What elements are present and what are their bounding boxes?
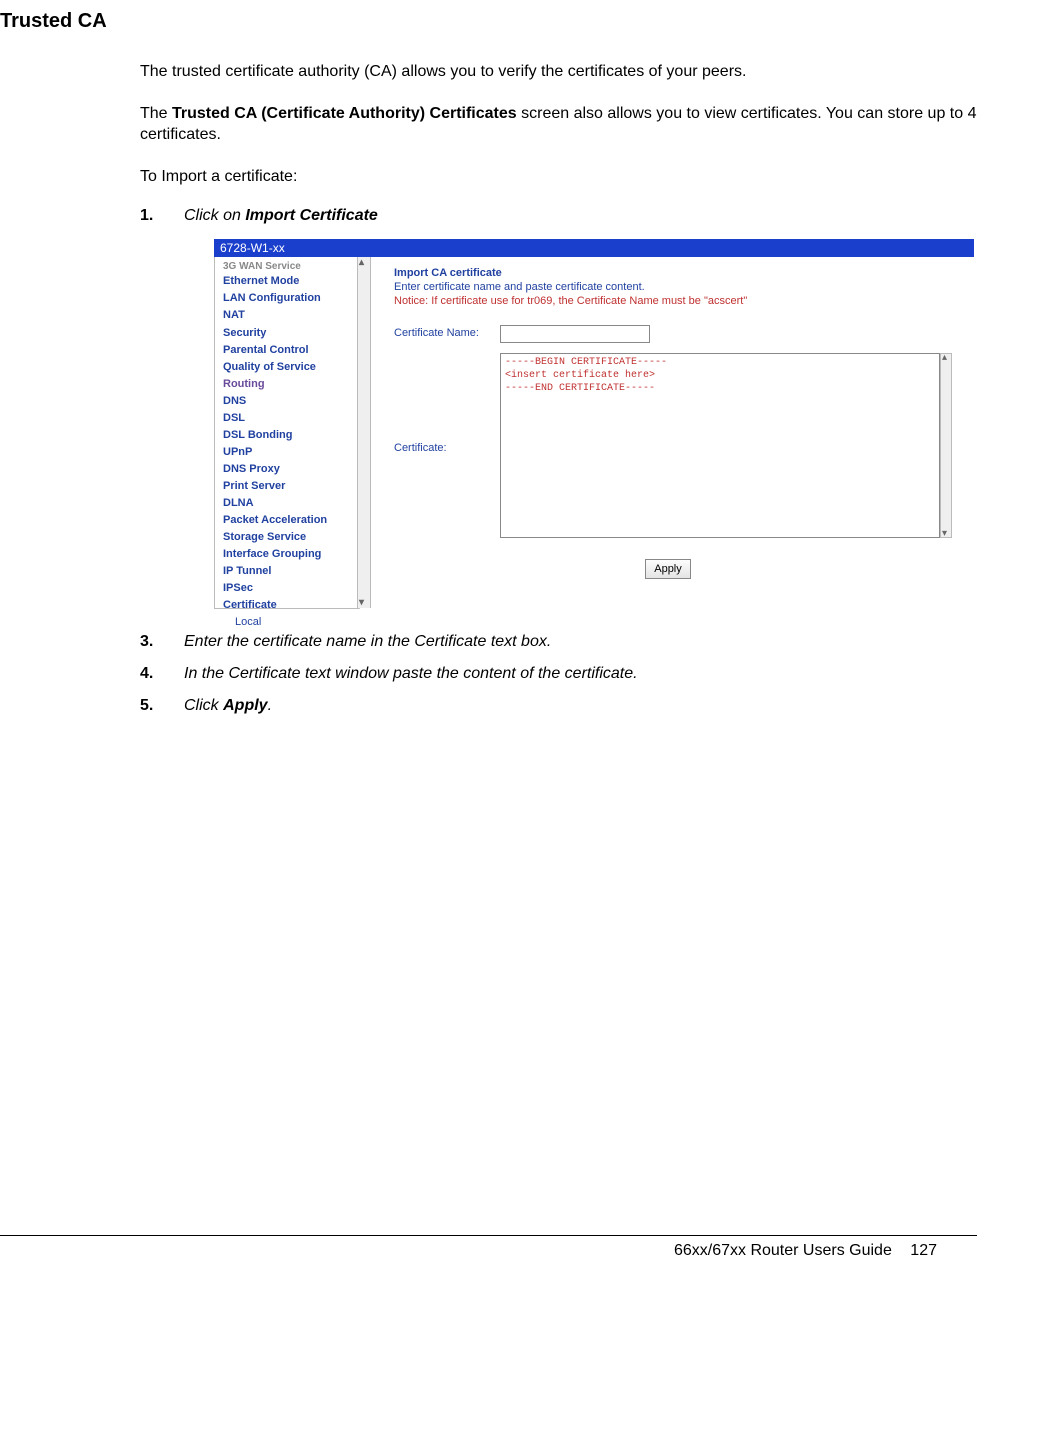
- sidebar-item-dsl[interactable]: DSL: [223, 410, 359, 427]
- cert-name-label: Certificate Name:: [394, 325, 500, 339]
- sidebar-item-ipsec[interactable]: IPSec: [223, 580, 359, 597]
- sidebar-item-nat[interactable]: NAT: [223, 307, 359, 324]
- step-5-post: .: [268, 697, 272, 714]
- intro-paragraph-3: To Import a certificate:: [140, 166, 977, 188]
- footer-page-number: 127: [910, 1242, 937, 1259]
- step-1: 1. Click on Import Certificate: [140, 207, 977, 225]
- intro-paragraph-1: The trusted certificate authority (CA) a…: [140, 61, 977, 83]
- cert-textarea[interactable]: [500, 353, 940, 538]
- sidebar-nav: 3G WAN Service Ethernet Mode LAN Configu…: [214, 257, 360, 609]
- intro2-bold: Trusted CA (Certificate Authority) Certi…: [172, 105, 517, 122]
- step-5-number: 5.: [140, 697, 184, 715]
- apply-button[interactable]: Apply: [645, 559, 691, 579]
- step-4-number: 4.: [140, 665, 184, 683]
- textarea-scrollbar[interactable]: [940, 353, 952, 538]
- step-3-text: Enter the certificate name in the Certif…: [184, 633, 977, 651]
- intro2-pre: The: [140, 105, 172, 122]
- panel-notice: Notice: If certificate use for tr069, th…: [394, 295, 942, 307]
- page-footer: 66xx/67xx Router Users Guide 127: [0, 1235, 977, 1260]
- footer-guide: 66xx/67xx Router Users Guide: [674, 1242, 892, 1259]
- main-panel: Import CA certificate Enter certificate …: [360, 257, 974, 609]
- sidebar-item-ethernet[interactable]: Ethernet Mode: [223, 273, 359, 290]
- step-5: 5. Click Apply.: [140, 697, 977, 715]
- embedded-screenshot: 6728-W1-xx 3G WAN Service Ethernet Mode …: [214, 239, 974, 609]
- sidebar-item-dns-proxy[interactable]: DNS Proxy: [223, 461, 359, 478]
- sidebar-item-dns[interactable]: DNS: [223, 393, 359, 410]
- cert-name-input[interactable]: [500, 325, 650, 343]
- sidebar-item-parental[interactable]: Parental Control: [223, 342, 359, 359]
- sidebar-item-routing[interactable]: Routing: [223, 376, 359, 393]
- sidebar-item-print-server[interactable]: Print Server: [223, 478, 359, 495]
- window-titlebar: 6728-W1-xx: [214, 239, 974, 257]
- intro-paragraph-2: The Trusted CA (Certificate Authority) C…: [140, 103, 977, 146]
- step-1-pre: Click on: [184, 207, 245, 224]
- step-3: 3. Enter the certificate name in the Cer…: [140, 633, 977, 651]
- sidebar-item-security[interactable]: Security: [223, 325, 359, 342]
- step-4-text: In the Certificate text window paste the…: [184, 665, 977, 683]
- sidebar-item-storage[interactable]: Storage Service: [223, 529, 359, 546]
- sidebar-item-lan[interactable]: LAN Configuration: [223, 290, 359, 307]
- sidebar-item-iface-group[interactable]: Interface Grouping: [223, 546, 359, 563]
- step-5-pre: Click: [184, 697, 223, 714]
- step-3-number: 3.: [140, 633, 184, 651]
- sidebar-item-dsl-bonding[interactable]: DSL Bonding: [223, 427, 359, 444]
- sidebar-item-3g-wan[interactable]: 3G WAN Service: [223, 261, 359, 273]
- step-1-text: Click on Import Certificate: [184, 207, 977, 225]
- sidebar-item-dlna[interactable]: DLNA: [223, 495, 359, 512]
- step-1-bold: Import Certificate: [245, 207, 377, 224]
- sidebar-item-qos[interactable]: Quality of Service: [223, 359, 359, 376]
- step-5-text: Click Apply.: [184, 697, 977, 715]
- sidebar-item-cert-local[interactable]: Local: [235, 614, 359, 631]
- sidebar-item-packet-accel[interactable]: Packet Acceleration: [223, 512, 359, 529]
- sidebar-item-upnp[interactable]: UPnP: [223, 444, 359, 461]
- sidebar-item-ip-tunnel[interactable]: IP Tunnel: [223, 563, 359, 580]
- step-1-number: 1.: [140, 207, 184, 225]
- step-4: 4. In the Certificate text window paste …: [140, 665, 977, 683]
- panel-heading: Import CA certificate: [394, 267, 942, 279]
- section-title: Trusted CA: [0, 10, 977, 33]
- step-5-bold: Apply: [223, 697, 267, 714]
- cert-label: Certificate:: [394, 440, 500, 454]
- cert-name-row: Certificate Name:: [394, 325, 942, 343]
- panel-desc: Enter certificate name and paste certifi…: [394, 281, 942, 293]
- sidebar-item-certificate[interactable]: Certificate: [223, 597, 359, 614]
- cert-row: Certificate:: [394, 353, 942, 541]
